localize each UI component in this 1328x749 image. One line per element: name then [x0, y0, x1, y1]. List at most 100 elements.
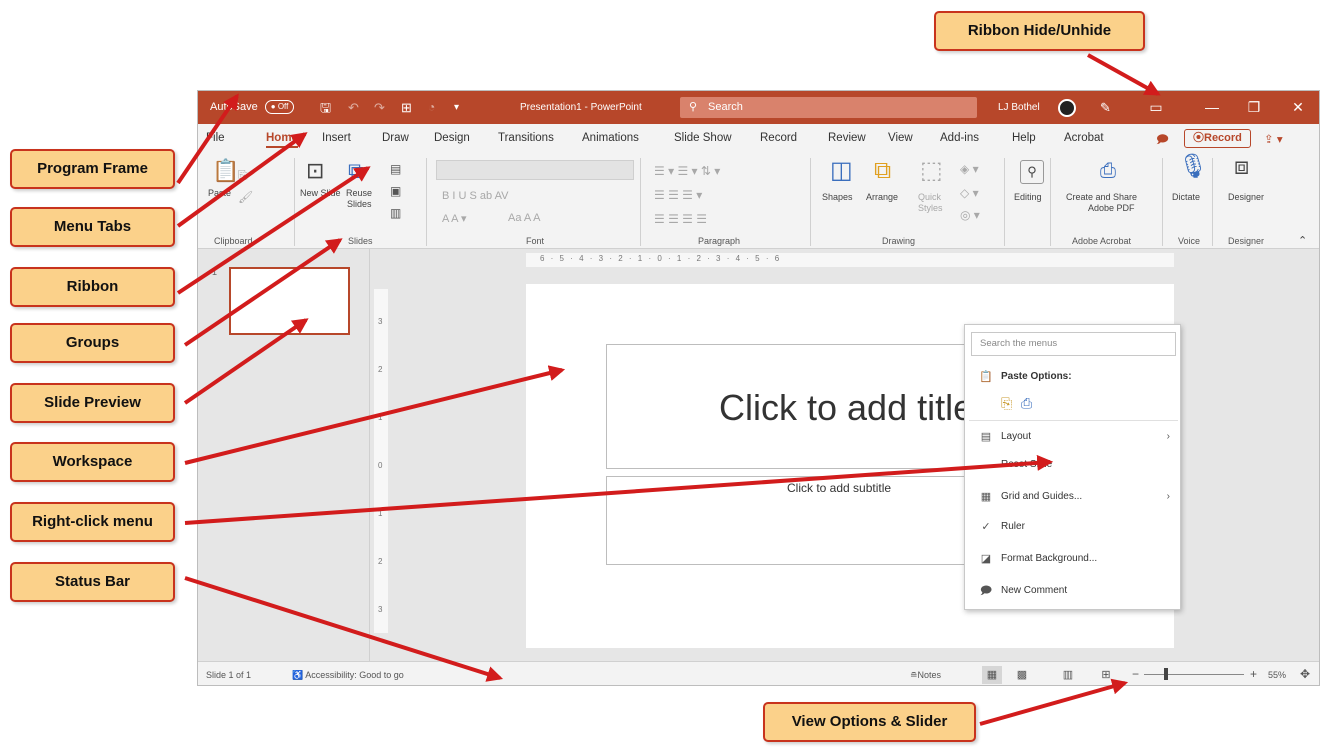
microphone-icon[interactable]: 🎙 [1178, 155, 1208, 179]
avatar[interactable] [1058, 99, 1076, 117]
notes-button[interactable]: ≘Notes [910, 670, 941, 681]
align-icon[interactable]: ☰ ☰ ☰ ☰ [654, 212, 707, 226]
save-icon[interactable]: 🖫 [320, 91, 331, 124]
zoom-in-icon[interactable]: + [1250, 667, 1257, 681]
user-name[interactable]: LJ Bothel [998, 91, 1040, 124]
menu-item-format-background[interactable]: ◪ Format Background... [965, 547, 1180, 571]
tab-insert[interactable]: Insert [322, 132, 351, 144]
tab-slide-show[interactable]: Slide Show [674, 132, 732, 144]
zoom-slider-thumb[interactable] [1164, 668, 1168, 680]
editing-label[interactable]: Editing [1014, 192, 1042, 202]
accessibility-status[interactable]: ♿ Accessibility: Good to go [292, 670, 404, 681]
tab-record[interactable]: Record [760, 132, 797, 144]
paste-icon[interactable]: 📋 [212, 160, 239, 182]
record-button[interactable]: ⦿Record [1184, 129, 1251, 148]
close-icon[interactable]: ✕ [1280, 91, 1316, 124]
context-menu-search[interactable]: Search the menus [971, 332, 1176, 356]
shapes-icon[interactable]: ◫ [830, 159, 853, 183]
tab-animations[interactable]: Animations [582, 132, 639, 144]
new-slide-icon[interactable]: ⊡ [306, 160, 324, 182]
bullets-icon[interactable]: ☰ ▾ ☰ ▾ ⇅ ▾ [654, 164, 720, 178]
fit-to-window-icon[interactable]: ✥ [1300, 667, 1310, 681]
tab-acrobat[interactable]: Acrobat [1064, 132, 1104, 144]
powerpoint-window: AutoSave ● Off 🖫 ↶ ↷ ⊞ ◔ ▾ Presentation1… [197, 90, 1320, 686]
menu-item-grid-guides[interactable]: ▦ Grid and Guides... › [965, 485, 1180, 509]
share-icon[interactable]: ⇪ ▾ [1264, 132, 1283, 146]
undo-icon[interactable]: ↶ [348, 91, 359, 124]
notes-label: Notes [917, 670, 942, 680]
zoom-level[interactable]: 55% [1268, 670, 1286, 680]
arrange-icon[interactable]: ⧉ [874, 159, 891, 183]
zoom-out-icon[interactable]: − [1132, 667, 1139, 681]
present-from-start-icon[interactable]: ⊞ [401, 91, 412, 124]
shapes-label: Shapes [822, 192, 853, 202]
tab-draw[interactable]: Draw [382, 132, 409, 144]
more-icon[interactable]: ◔ [428, 91, 435, 124]
menu-item-ruler[interactable]: ✓ Ruler [965, 515, 1180, 539]
find-icon[interactable]: ⚲ [1020, 160, 1044, 184]
menu-item-reset-slide[interactable]: Reset Slide [965, 453, 1180, 477]
redo-icon[interactable]: ↷ [374, 91, 385, 124]
customize-toolbar-icon[interactable]: ▾ [454, 91, 459, 124]
designer-icon[interactable]: ⧈ [1234, 155, 1249, 179]
format-background-icon: ◪ [980, 553, 992, 565]
normal-view-icon[interactable]: ▦ [982, 666, 1002, 684]
adobe-pdf-icon[interactable]: ⎙ [1100, 160, 1116, 182]
copy-icon[interactable]: ⎘ [238, 164, 248, 186]
shape-outline-icon[interactable]: ◇ ▾ [960, 186, 979, 200]
font-size-buttons[interactable]: Aa A A [508, 212, 540, 224]
restore-icon[interactable]: ❐ [1236, 91, 1272, 124]
font-name-box[interactable] [436, 160, 634, 180]
tab-design[interactable]: Design [434, 132, 470, 144]
annotated-screenshot: AutoSave ● Off 🖫 ↶ ↷ ⊞ ◔ ▾ Presentation1… [0, 0, 1328, 749]
shape-fill-icon[interactable]: ◈ ▾ [960, 162, 979, 176]
slide-sorter-icon[interactable]: ▩ [1012, 666, 1032, 684]
slide-thumbnail-pane: 1 [198, 249, 370, 661]
paste-keep-formatting-icon[interactable]: ⎘ [1001, 395, 1012, 411]
tab-add-ins[interactable]: Add-ins [940, 132, 979, 144]
indent-icon[interactable]: ☰ ☰ ☰ ▾ [654, 188, 702, 202]
vertical-ruler: 3 2 1 0 1 2 3 [374, 289, 388, 633]
tab-file[interactable]: File [206, 132, 225, 144]
tab-help[interactable]: Help [1012, 132, 1036, 144]
slide-thumbnail[interactable] [229, 267, 350, 335]
autosave-control[interactable]: AutoSave ● Off [210, 91, 295, 124]
slide-count: Slide 1 of 1 [206, 670, 252, 680]
tab-transitions[interactable]: Transitions [498, 132, 554, 144]
callout-groups: Groups [10, 323, 175, 363]
autosave-toggle[interactable]: ● Off [264, 100, 295, 115]
menu-item-new-comment[interactable]: 🗩 New Comment [965, 579, 1180, 603]
section-icon[interactable]: ▥ [390, 202, 401, 224]
zoom-slider-track[interactable] [1144, 674, 1244, 675]
menu-item-label: Layout [1001, 431, 1032, 442]
callout-status-bar: Status Bar [10, 562, 175, 602]
callout-workspace: Workspace [10, 442, 175, 482]
minimize-icon[interactable]: — [1194, 91, 1230, 124]
menu-item-layout[interactable]: ▤ Layout › [965, 425, 1180, 449]
tab-view[interactable]: View [888, 132, 913, 144]
arrange-label: Arrange [866, 192, 899, 202]
format-painter-icon[interactable]: 🖌 [238, 186, 253, 208]
callout-program-frame: Program Frame [10, 149, 175, 189]
comments-icon[interactable]: 🗩 [1156, 132, 1169, 151]
collapse-ribbon-icon[interactable]: ⌃ [1298, 234, 1307, 247]
layout-icon[interactable]: ▤ [390, 158, 401, 180]
ribbon-display-options-icon[interactable]: ▭ [1138, 91, 1174, 124]
reading-view-icon[interactable]: ▥ [1058, 666, 1078, 684]
pen-icon[interactable]: ✎ [1100, 91, 1111, 124]
paste-picture-icon[interactable]: ⎙ [1021, 395, 1032, 411]
slide-number: 1 [212, 267, 218, 277]
reuse-slides-icon[interactable]: ⧉ [348, 160, 364, 182]
reset-icon[interactable]: ▣ [390, 180, 401, 202]
quick-styles-icon[interactable]: ⬚ [920, 159, 943, 183]
font-style-buttons[interactable]: B I U S ab AV [442, 190, 508, 202]
tab-home[interactable]: Home [266, 132, 298, 148]
shape-effects-icon[interactable]: ◎ ▾ [960, 208, 980, 222]
menu-item-label: Format Background... [1001, 553, 1098, 564]
slide-show-icon[interactable]: ⊞ [1096, 666, 1116, 684]
font-color-icon[interactable]: A A ▾ [442, 212, 467, 225]
status-bar: Slide 1 of 1 ♿ Accessibility: Good to go… [198, 661, 1319, 685]
group-divider [1162, 158, 1163, 246]
tab-review[interactable]: Review [828, 132, 866, 144]
search-input[interactable]: ⚲ Search [680, 97, 977, 118]
